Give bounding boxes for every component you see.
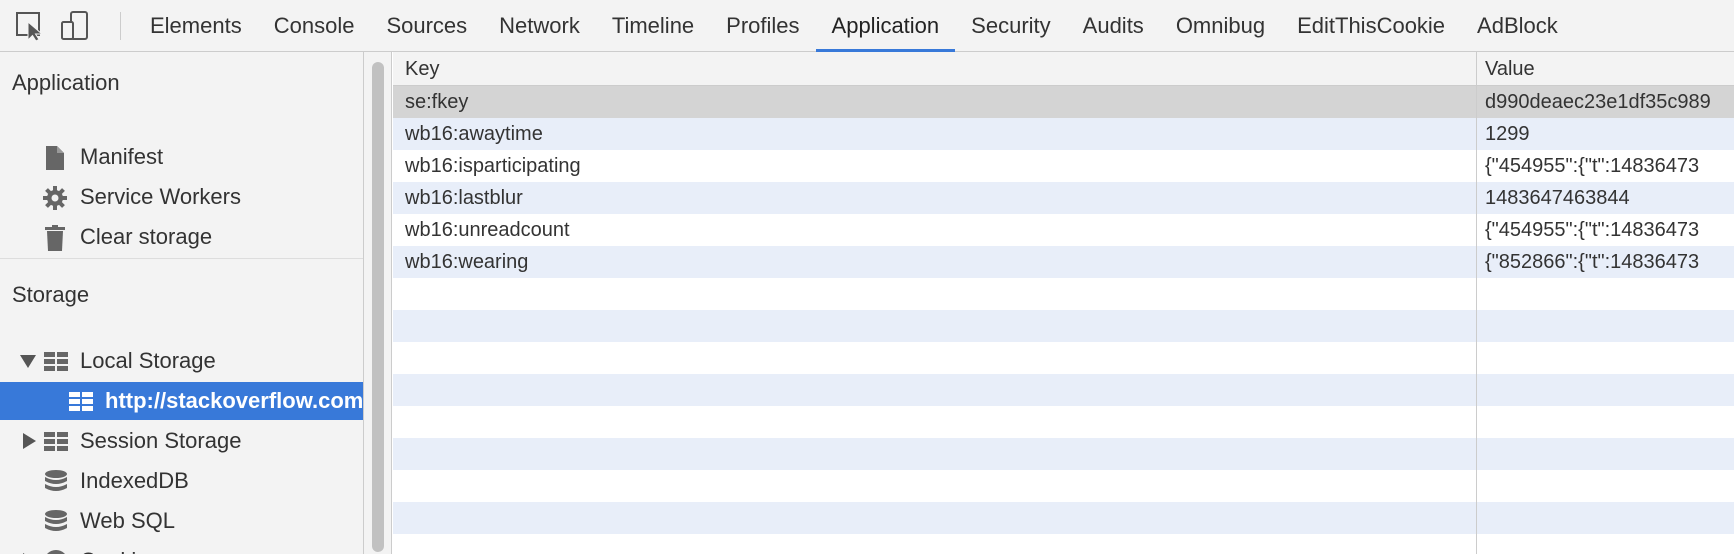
grid-rows: se:fkey d990deaec23e1df35c989 wb16:awayt… bbox=[393, 86, 1734, 554]
tab-profiles[interactable]: Profiles bbox=[710, 0, 815, 52]
tab-sources[interactable]: Sources bbox=[370, 0, 483, 52]
tab-security[interactable]: Security bbox=[955, 0, 1066, 52]
empty-row bbox=[393, 406, 1734, 438]
sidebar-item-cookies[interactable]: Cookies bbox=[0, 542, 363, 554]
tab-console[interactable]: Console bbox=[258, 0, 371, 52]
empty-row bbox=[393, 534, 1734, 554]
column-divider[interactable] bbox=[1476, 52, 1477, 554]
column-header-key[interactable]: Key bbox=[405, 52, 439, 86]
storage-data-grid: Key Value se:fkey d990deaec23e1df35c989 … bbox=[393, 52, 1734, 554]
application-sidebar: Application Manifest Service Workers Cle… bbox=[0, 52, 364, 554]
tab-elements[interactable]: Elements bbox=[134, 0, 258, 52]
empty-row bbox=[393, 470, 1734, 502]
grid-icon bbox=[69, 392, 93, 411]
empty-row bbox=[393, 278, 1734, 310]
gear-icon bbox=[43, 186, 67, 210]
file-icon bbox=[46, 146, 64, 170]
cell-key: wb16:isparticipating bbox=[405, 155, 581, 177]
table-row[interactable]: wb16:awaytime 1299 bbox=[393, 118, 1734, 150]
sidebar-item-label: Clear storage bbox=[80, 224, 213, 249]
sidebar-item-clear-storage[interactable]: Clear storage bbox=[0, 218, 363, 256]
sidebar-item-service-workers[interactable]: Service Workers bbox=[0, 178, 363, 216]
sidebar-item-stackoverflow-origin[interactable]: http://stackoverflow.com bbox=[0, 382, 364, 420]
table-row[interactable]: se:fkey d990deaec23e1df35c989 bbox=[393, 86, 1734, 118]
empty-row bbox=[393, 342, 1734, 374]
sidebar-item-manifest[interactable]: Manifest bbox=[0, 138, 363, 176]
cell-value: 1483647463844 bbox=[1485, 187, 1630, 209]
tab-audits[interactable]: Audits bbox=[1067, 0, 1160, 52]
empty-row bbox=[393, 502, 1734, 534]
sidebar-item-indexeddb[interactable]: IndexedDB bbox=[0, 462, 363, 500]
expand-triangle-icon[interactable] bbox=[20, 355, 36, 368]
device-toolbar-icon[interactable] bbox=[58, 10, 92, 42]
cell-key: wb16:awaytime bbox=[405, 123, 543, 145]
sidebar-item-label: Session Storage bbox=[80, 428, 242, 453]
database-icon bbox=[45, 470, 67, 491]
table-row[interactable]: wb16:unreadcount {"454955":{"t":14836473 bbox=[393, 214, 1734, 246]
empty-row bbox=[393, 438, 1734, 470]
table-row[interactable]: wb16:wearing {"852866":{"t":14836473 bbox=[393, 246, 1734, 278]
sidebar-item-label: Web SQL bbox=[80, 508, 175, 533]
sidebar-item-session-storage[interactable]: Session Storage bbox=[0, 422, 363, 460]
sidebar-item-local-storage[interactable]: Local Storage bbox=[0, 342, 363, 380]
cell-value: 1299 bbox=[1485, 123, 1530, 145]
empty-row bbox=[393, 310, 1734, 342]
database-icon bbox=[45, 510, 67, 531]
sidebar-divider bbox=[0, 258, 363, 259]
sidebar-item-label: IndexedDB bbox=[80, 468, 189, 493]
tab-network[interactable]: Network bbox=[483, 0, 596, 52]
cell-value: d990deaec23e1df35c989 bbox=[1485, 91, 1711, 113]
empty-row bbox=[393, 374, 1734, 406]
expand-triangle-icon[interactable] bbox=[23, 433, 36, 449]
sidebar-item-label: Service Workers bbox=[80, 184, 241, 209]
sidebar-item-label: http://stackoverflow.com bbox=[105, 388, 364, 413]
cell-value: {"454955":{"t":14836473 bbox=[1485, 219, 1700, 241]
table-row[interactable]: wb16:lastblur 1483647463844 bbox=[393, 182, 1734, 214]
inspect-element-icon[interactable] bbox=[14, 10, 48, 42]
tab-editthiscookie[interactable]: EditThisCookie bbox=[1281, 0, 1461, 52]
cell-key: wb16:lastblur bbox=[405, 187, 523, 209]
tab-adblock[interactable]: AdBlock bbox=[1461, 0, 1574, 52]
tab-timeline[interactable]: Timeline bbox=[596, 0, 710, 52]
tab-omnibug[interactable]: Omnibug bbox=[1160, 0, 1281, 52]
scrollbar-thumb[interactable] bbox=[372, 62, 384, 552]
grid-header: Key Value bbox=[393, 52, 1734, 86]
panel-tabs: Elements Console Sources Network Timelin… bbox=[134, 0, 1574, 52]
section-title-storage: Storage bbox=[12, 282, 90, 307]
sidebar-item-label: Cookies bbox=[80, 542, 159, 554]
grid-icon bbox=[44, 432, 68, 451]
cell-value: {"852866":{"t":14836473 bbox=[1485, 251, 1700, 273]
sidebar-item-label: Manifest bbox=[80, 144, 164, 169]
sidebar-scrollbar[interactable] bbox=[364, 52, 392, 554]
table-row[interactable]: wb16:isparticipating {"454955":{"t":1483… bbox=[393, 150, 1734, 182]
column-header-value[interactable]: Value bbox=[1485, 52, 1535, 86]
toolbar-separator bbox=[120, 12, 121, 40]
cookie-icon bbox=[47, 550, 65, 554]
cell-key: wb16:unreadcount bbox=[405, 219, 570, 241]
section-title-application: Application bbox=[12, 70, 120, 95]
cell-key: se:fkey bbox=[405, 91, 469, 113]
sidebar-item-web-sql[interactable]: Web SQL bbox=[0, 502, 363, 540]
sidebar-item-label: Local Storage bbox=[80, 348, 216, 373]
grid-icon bbox=[44, 352, 68, 371]
cell-value: {"454955":{"t":14836473 bbox=[1485, 155, 1700, 177]
cell-key: wb16:wearing bbox=[405, 251, 529, 273]
trash-icon bbox=[45, 225, 65, 251]
tab-application[interactable]: Application bbox=[815, 0, 956, 52]
devtools-toolbar: Elements Console Sources Network Timelin… bbox=[0, 0, 1734, 52]
